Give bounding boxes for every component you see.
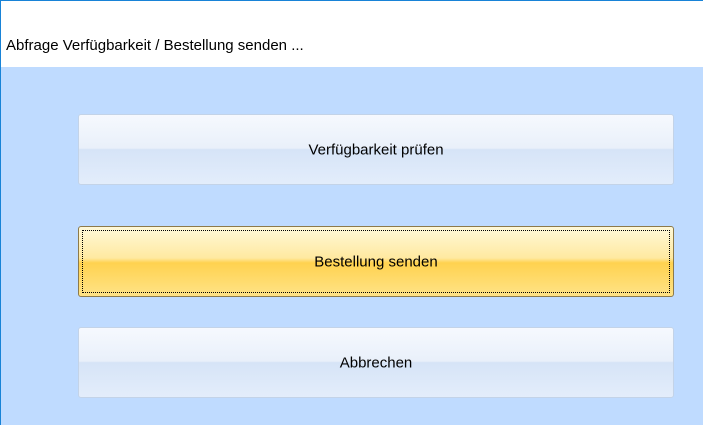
window-title: Abfrage Verfügbarkeit / Bestellung sende…	[6, 37, 304, 54]
check-availability-label: Verfügbarkeit prüfen	[308, 141, 444, 158]
dialog-window: Abfrage Verfügbarkeit / Bestellung sende…	[0, 0, 703, 425]
cancel-button[interactable]: Abbrechen	[78, 327, 674, 398]
check-availability-button[interactable]: Verfügbarkeit prüfen	[78, 114, 674, 185]
cancel-label: Abbrechen	[339, 354, 413, 371]
send-order-button[interactable]: Bestellung senden	[78, 226, 674, 297]
title-bar[interactable]: Abfrage Verfügbarkeit / Bestellung sende…	[1, 1, 703, 67]
send-order-label: Bestellung senden	[314, 253, 438, 270]
